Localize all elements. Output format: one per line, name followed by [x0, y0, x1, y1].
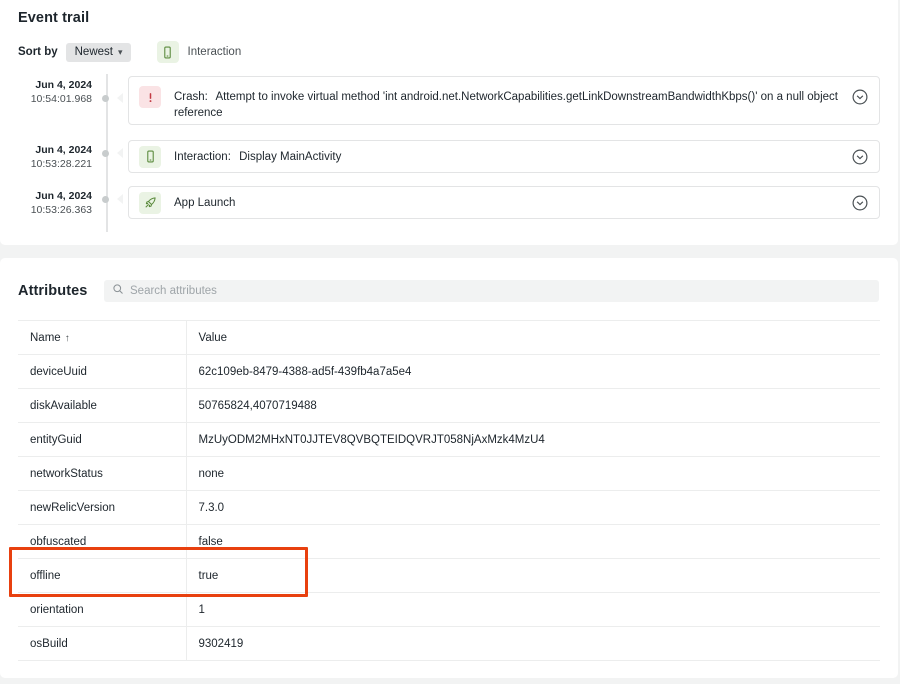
- attribute-value-cell: 1: [186, 593, 880, 627]
- event-detail: Display MainActivity: [239, 151, 341, 163]
- attribute-value-cell: 50765824,4070719488: [186, 389, 880, 423]
- attribute-name-cell: networkStatus: [18, 457, 186, 491]
- column-header-value[interactable]: Value: [186, 321, 880, 355]
- table-row[interactable]: deviceUuid62c109eb-8479-4388-ad5f-439fb4…: [18, 355, 880, 389]
- chevron-down-icon: ▾: [118, 48, 123, 57]
- table-row[interactable]: orientation1: [18, 593, 880, 627]
- sort-ascending-icon: ↑: [65, 333, 70, 344]
- event-timestamp: Jun 4, 2024 10:53:26.363: [0, 189, 92, 217]
- event-date: Jun 4, 2024: [0, 189, 92, 203]
- legend-interaction-label: Interaction: [188, 46, 242, 58]
- attribute-value-cell: false: [186, 525, 880, 559]
- attribute-value-cell: 7.3.0: [186, 491, 880, 525]
- event-text: Crash: Attempt to invoke virtual method …: [174, 86, 851, 121]
- event-kind: App Launch: [174, 197, 235, 209]
- attribute-value-cell: true: [186, 559, 880, 593]
- event-kind: Crash:: [174, 91, 208, 103]
- search-icon: [112, 282, 124, 300]
- column-header-name-label: Name: [30, 332, 61, 344]
- event-time: 10:53:26.363: [31, 204, 92, 216]
- table-row[interactable]: osBuild9302419: [18, 627, 880, 661]
- attribute-value-cell: 9302419: [186, 627, 880, 661]
- sort-bar: Sort by Newest ▾ Interaction: [18, 42, 241, 62]
- attribute-value-cell: none: [186, 457, 880, 491]
- event-trail-card: Event trail Sort by Newest ▾ Interaction: [0, 0, 898, 245]
- event-row-app-launch[interactable]: App Launch: [128, 186, 880, 219]
- interaction-icon: [157, 41, 179, 63]
- table-row[interactable]: diskAvailable50765824,4070719488: [18, 389, 880, 423]
- table-row[interactable]: networkStatusnone: [18, 457, 880, 491]
- app-launch-rocket-icon: [139, 192, 161, 214]
- timeline-pointer: [117, 148, 123, 158]
- search-attributes-placeholder: Search attributes: [130, 285, 217, 297]
- event-timeline: Jun 4, 2024 10:54:01.968 Crash: Attempt: [0, 68, 898, 233]
- event-kind: Interaction:: [174, 151, 231, 163]
- attributes-title: Attributes: [18, 283, 87, 299]
- attribute-name-cell: obfuscated: [18, 525, 186, 559]
- timeline-pointer: [117, 93, 123, 103]
- table-row[interactable]: obfuscatedfalse: [18, 525, 880, 559]
- event-row-interaction[interactable]: Interaction: Display MainActivity: [128, 140, 880, 173]
- timeline-pointer: [117, 194, 123, 204]
- chevron-down-circle-icon[interactable]: [851, 88, 869, 106]
- page-root: Event trail Sort by Newest ▾ Interaction: [0, 0, 900, 684]
- timeline-dot: [102, 95, 109, 102]
- sort-order-value: Newest: [75, 46, 113, 58]
- attribute-value-cell: 62c109eb-8479-4388-ad5f-439fb4a7a5e4: [186, 355, 880, 389]
- event-text: Interaction: Display MainActivity: [174, 149, 851, 165]
- legend-interaction: Interaction: [157, 41, 242, 63]
- event-time: 10:53:28.221: [31, 158, 92, 170]
- event-date: Jun 4, 2024: [0, 143, 92, 157]
- crash-alert-icon: [139, 86, 161, 108]
- event-timestamp: Jun 4, 2024 10:54:01.968: [0, 78, 92, 106]
- attributes-table: Name ↑ Value deviceUuid62c109eb-8479-4388…: [18, 320, 880, 661]
- table-row[interactable]: newRelicVersion7.3.0: [18, 491, 880, 525]
- event-date: Jun 4, 2024: [0, 78, 92, 92]
- attribute-name-cell: deviceUuid: [18, 355, 186, 389]
- event-time: 10:54:01.968: [31, 93, 92, 105]
- column-header-name[interactable]: Name ↑: [18, 321, 186, 355]
- timeline-dot: [102, 150, 109, 157]
- event-trail-title: Event trail: [18, 10, 89, 26]
- attribute-value-cell: MzUyODM2MHxNT0JJTEV8QVBQTEIDQVRJT058NjAx…: [186, 423, 880, 457]
- event-text: App Launch: [174, 195, 851, 211]
- table-row[interactable]: entityGuidMzUyODM2MHxNT0JJTEV8QVBQTEIDQV…: [18, 423, 880, 457]
- table-row[interactable]: offlinetrue: [18, 559, 880, 593]
- attribute-name-cell: newRelicVersion: [18, 491, 186, 525]
- event-detail: Attempt to invoke virtual method 'int an…: [174, 91, 838, 119]
- interaction-icon: [139, 146, 161, 168]
- attribute-name-cell: entityGuid: [18, 423, 186, 457]
- sort-order-dropdown[interactable]: Newest ▾: [66, 43, 131, 62]
- event-timestamp: Jun 4, 2024 10:53:28.221: [0, 143, 92, 171]
- timeline-dot: [102, 196, 109, 203]
- search-attributes-input[interactable]: Search attributes: [104, 280, 879, 302]
- chevron-down-circle-icon[interactable]: [851, 148, 869, 166]
- attribute-name-cell: osBuild: [18, 627, 186, 661]
- sort-by-label: Sort by: [18, 46, 58, 58]
- attribute-name-cell: offline: [18, 559, 186, 593]
- chevron-down-circle-icon[interactable]: [851, 194, 869, 212]
- table-header-row: Name ↑ Value: [18, 321, 880, 355]
- attribute-name-cell: diskAvailable: [18, 389, 186, 423]
- attribute-name-cell: orientation: [18, 593, 186, 627]
- event-row-crash[interactable]: Crash: Attempt to invoke virtual method …: [128, 76, 880, 125]
